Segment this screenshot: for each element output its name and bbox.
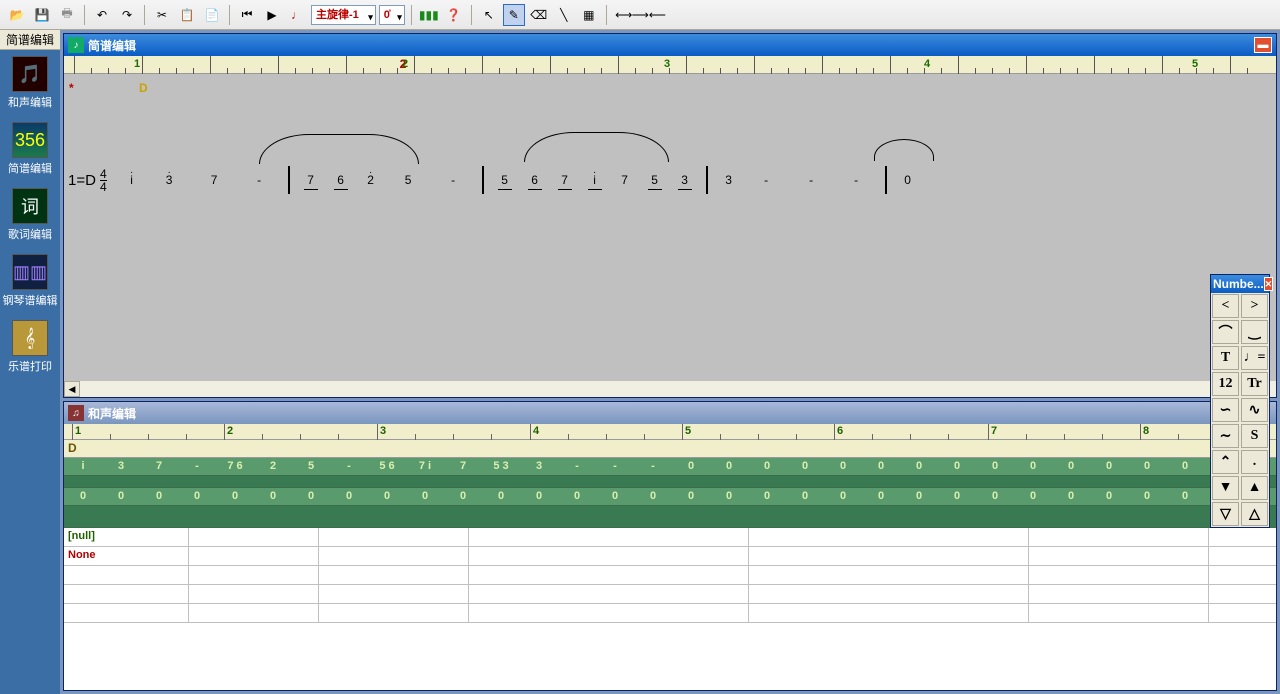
palette-cell[interactable]: Tr [1241,372,1268,396]
eraser-icon[interactable]: ⌫ [528,4,550,26]
slur-3 [874,139,934,161]
slur-1 [259,134,419,164]
harmony-key-row: D [64,440,1276,458]
palette-cell[interactable]: ∿ [1241,398,1268,422]
sidebar-title: 简谱编辑 [0,30,60,50]
harmony-window-icon: ♫ [68,405,84,421]
score-window-title[interactable]: ♪ 简谱编辑 ▬ [64,34,1276,56]
harmony-row-4[interactable] [64,506,1276,528]
palette-cell[interactable]: ▲ [1241,476,1268,500]
score-ruler[interactable]: 2 12345 [64,56,1276,74]
palette-cell[interactable]: > [1241,294,1268,318]
palette-cell[interactable]: 12 [1212,372,1239,396]
palette-cell[interactable]: ▽ [1212,502,1239,526]
palette-cell[interactable]: △ [1241,502,1268,526]
print-icon[interactable]: 🖶 [56,4,78,26]
harmony-ruler[interactable]: 12345678 [64,424,1276,440]
score-hscroll[interactable]: ◀ [64,381,1276,397]
sidebar: 简谱编辑 🎵和声编辑 356简谱编辑 词歌词编辑 ▥▥钢琴谱编辑 𝄞乐谱打印 [0,30,60,694]
palette-cell[interactable]: ‿ [1241,320,1268,344]
rewind-icon[interactable]: ⏮ [236,4,258,26]
sidebar-jianpu[interactable]: 356简谱编辑 [0,116,60,182]
harmony-window-title[interactable]: ♫ 和声编辑 [64,402,1276,424]
palette-cell[interactable]: ∼ [1212,424,1239,448]
play-icon[interactable]: ▶ [261,4,283,26]
open-icon[interactable]: 📂 [6,4,28,26]
grid-icon[interactable]: ▦ [578,4,600,26]
staff-line: 1=D 44 .i .3 7 - 7 6 .2 5 - 5 [68,166,923,194]
palette-cell[interactable]: S [1241,424,1268,448]
palette-cell[interactable]: . [1241,450,1268,474]
track-combo[interactable]: 主旋律-1 [311,5,376,25]
score-window: ♪ 简谱编辑 ▬ 2 12345 * D 1=D 44 .i [63,33,1277,398]
levels-icon[interactable]: ▮▮▮ [418,4,440,26]
pointer-icon[interactable]: ↖ [478,4,500,26]
score-window-icon: ♪ [68,37,84,53]
copy-icon[interactable]: 📋 [176,4,198,26]
sidebar-lyrics[interactable]: 词歌词编辑 [0,182,60,248]
palette-title[interactable]: Numbe...✕ [1211,275,1269,293]
palette-cell[interactable]: < [1212,294,1239,318]
scroll-left-icon[interactable]: ◀ [64,381,80,397]
harmony-row-1[interactable]: i37-7 625-5 67 i75 33---000000000000000 [64,458,1276,476]
save-icon[interactable]: 💾 [31,4,53,26]
key-label: D [139,81,148,95]
paste-icon[interactable]: 📄 [201,4,223,26]
palette-cell[interactable]: ▼ [1212,476,1239,500]
palette-cell[interactable]: ∽ [1212,398,1239,422]
symbol-palette[interactable]: Numbe...✕ <>⌒‿T♩=12Tr∽∿∼S⌃.▼▲▽△ [1210,274,1270,528]
octave-combo[interactable]: 0̊ [379,5,405,25]
redo-icon[interactable]: ↷ [116,4,138,26]
line-icon[interactable]: ╲ [553,4,575,26]
close-icon[interactable]: ✕ [1264,277,1274,291]
sidebar-harmony[interactable]: 🎵和声编辑 [0,50,60,116]
metronome-icon[interactable]: ♩ [286,4,308,26]
palette-cell[interactable]: ⌒ [1212,320,1239,344]
slur-2 [524,132,669,162]
collapse-h-icon[interactable]: ⟶⟵ [638,4,660,26]
harmony-window: ♫ 和声编辑 12345678 D i37-7 625-5 67 i75 33-… [63,401,1277,691]
maximize-button[interactable]: ▬ [1254,37,1272,53]
cut-icon[interactable]: ✂ [151,4,173,26]
score-canvas[interactable]: * D 1=D 44 .i .3 7 - 7 6 [64,74,1276,381]
help-icon[interactable]: ❓ [443,4,465,26]
asterisk-marker: * [69,81,74,95]
pencil-icon[interactable]: ✎ [503,4,525,26]
undo-icon[interactable]: ↶ [91,4,113,26]
palette-cell[interactable]: ♩= [1241,346,1268,370]
palette-cell[interactable]: ⌃ [1212,450,1239,474]
palette-cell[interactable]: T [1212,346,1239,370]
harmony-row-2[interactable] [64,476,1276,488]
sidebar-print[interactable]: 𝄞乐谱打印 [0,314,60,380]
harmony-table[interactable]: [null] None [64,528,1276,623]
harmony-row-3[interactable]: 0000000000000000000000000000000 [64,488,1276,506]
sidebar-piano[interactable]: ▥▥钢琴谱编辑 [0,248,60,314]
toolbar: 📂 💾 🖶 ↶ ↷ ✂ 📋 📄 ⏮ ▶ ♩ 主旋律-1 0̊ ▮▮▮ ❓ ↖ ✎… [0,0,1280,30]
